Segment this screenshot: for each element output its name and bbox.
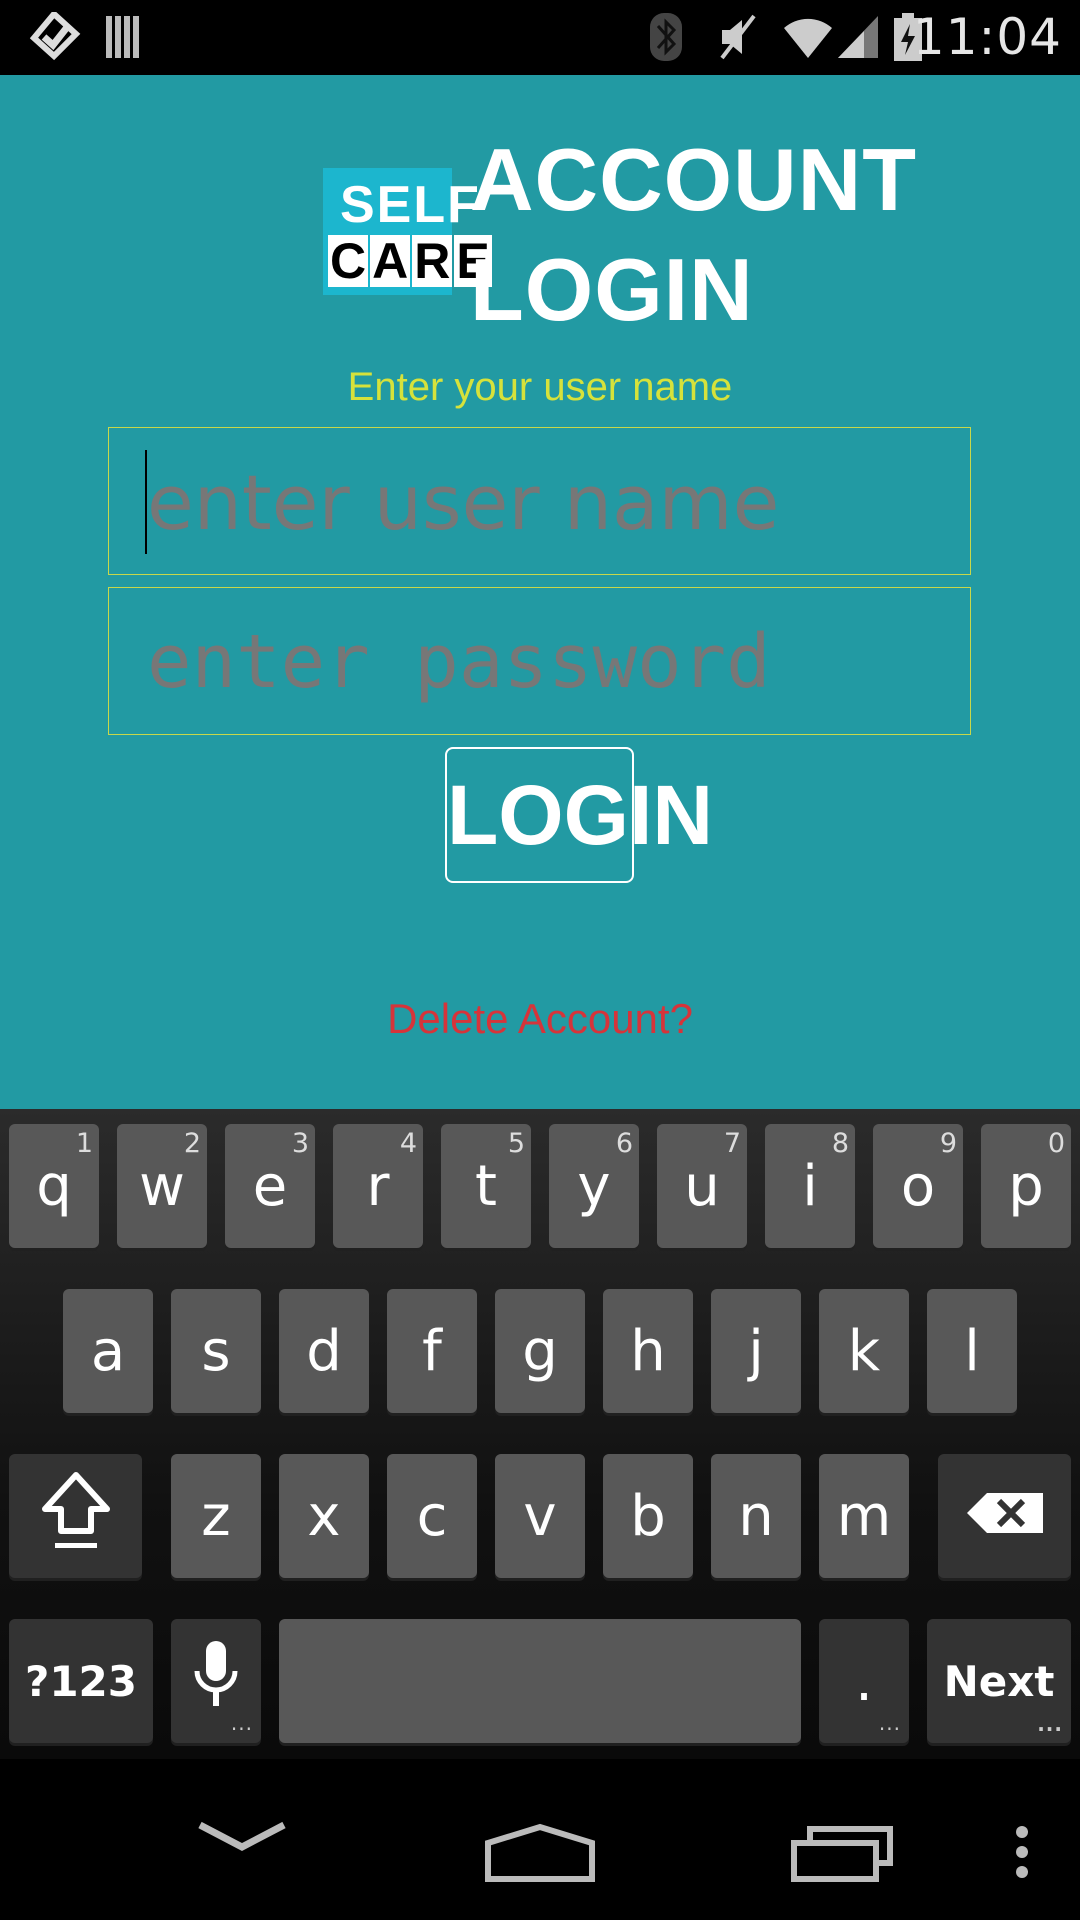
key-label: . [855,1648,873,1714]
password-field-container [108,587,971,736]
symbols-key[interactable]: ?123 [9,1619,153,1743]
key-label: o [900,1153,936,1219]
next-label: Next [943,1656,1055,1706]
signal-icon [836,12,880,62]
key-a[interactable]: a [63,1289,153,1413]
navigation-bar [0,1759,1080,1920]
key-i[interactable]: i8 [765,1124,855,1248]
key-m[interactable]: m [819,1454,909,1578]
key-label: p [1008,1153,1044,1219]
key-e[interactable]: e3 [225,1124,315,1248]
logo-letter: R [412,233,453,289]
shift-key[interactable] [9,1454,142,1578]
text-cursor [145,450,147,554]
key-z[interactable]: z [171,1454,261,1578]
period-key[interactable]: . ··· [819,1619,909,1743]
backspace-key[interactable] [938,1454,1071,1578]
username-input[interactable] [145,428,929,576]
key-hint: 8 [831,1128,849,1159]
key-x[interactable]: x [279,1454,369,1578]
key-o[interactable]: o9 [873,1124,963,1248]
backspace-icon [965,1484,1045,1549]
key-hint: 2 [183,1128,201,1159]
overflow-menu-icon[interactable] [1012,1825,1032,1884]
more-options-dots: ··· [878,1717,901,1741]
username-field-container [108,427,971,576]
key-label: r [366,1153,390,1219]
recent-apps-icon[interactable] [790,1823,894,1888]
key-label: u [684,1153,720,1219]
login-button[interactable]: LOGIN [445,747,713,883]
bluetooth-icon [646,12,686,62]
key-label: q [36,1153,72,1219]
logo-letter: C [328,233,369,289]
barcode-icon [104,12,144,62]
key-h[interactable]: h [603,1289,693,1413]
key-label: e [252,1153,288,1219]
key-r[interactable]: r4 [333,1124,423,1248]
key-hint: 7 [723,1128,741,1159]
task-check-icon [24,12,84,62]
key-hint: 1 [75,1128,93,1159]
key-j[interactable]: j [711,1289,801,1413]
key-y[interactable]: y6 [549,1124,639,1248]
key-hint: 9 [939,1128,957,1159]
more-options-dots: ··· [230,1717,253,1741]
key-b[interactable]: b [603,1454,693,1578]
key-k[interactable]: k [819,1289,909,1413]
page-title-line2: LOGIN [470,240,754,339]
logo-care-text: C A R E [328,235,492,287]
key-f[interactable]: f [387,1289,477,1413]
password-input[interactable] [145,588,929,736]
username-prompt: Enter your user name [347,365,733,409]
key-label: w [139,1153,185,1219]
space-key[interactable] [279,1619,801,1743]
key-p[interactable]: p0 [981,1124,1071,1248]
status-bar: 11:04 [0,0,1080,75]
logo-letter: A [370,233,411,289]
logo-self-text: SELF [340,176,481,234]
wifi-icon [782,12,834,62]
key-hint: 5 [507,1128,525,1159]
home-icon[interactable] [484,1823,596,1888]
shift-icon [39,1469,113,1563]
page-title-line1: ACCOUNT [470,130,917,229]
microphone-icon [191,1639,241,1723]
key-d[interactable]: d [279,1289,369,1413]
delete-account-link[interactable]: Delete Account? [0,995,1080,1043]
login-screen: SELF C A R E ACCOUNT LOGIN Enter your us… [0,75,1080,1109]
more-options-dots: ··· [1037,1717,1063,1741]
next-key[interactable]: Next ··· [927,1619,1071,1743]
key-hint: 0 [1047,1128,1065,1159]
key-label: y [577,1153,611,1219]
key-hint: 3 [291,1128,309,1159]
key-q[interactable]: q1 [9,1124,99,1248]
key-hint: 4 [399,1128,417,1159]
voice-input-key[interactable]: ··· [171,1619,261,1743]
key-g[interactable]: g [495,1289,585,1413]
key-hint: 6 [615,1128,633,1159]
key-w[interactable]: w2 [117,1124,207,1248]
status-time: 11:04 [912,8,1062,66]
key-label: t [475,1153,497,1219]
key-label: i [802,1153,818,1219]
mute-icon [716,12,760,62]
key-s[interactable]: s [171,1289,261,1413]
key-c[interactable]: c [387,1454,477,1578]
key-t[interactable]: t5 [441,1124,531,1248]
key-n[interactable]: n [711,1454,801,1578]
soft-keyboard: q1 w2 e3 r4 t5 y6 u7 i8 o9 p0 a s d f g … [0,1109,1080,1759]
key-v[interactable]: v [495,1454,585,1578]
back-icon[interactable] [196,1817,288,1862]
key-u[interactable]: u7 [657,1124,747,1248]
key-l[interactable]: l [927,1289,1017,1413]
